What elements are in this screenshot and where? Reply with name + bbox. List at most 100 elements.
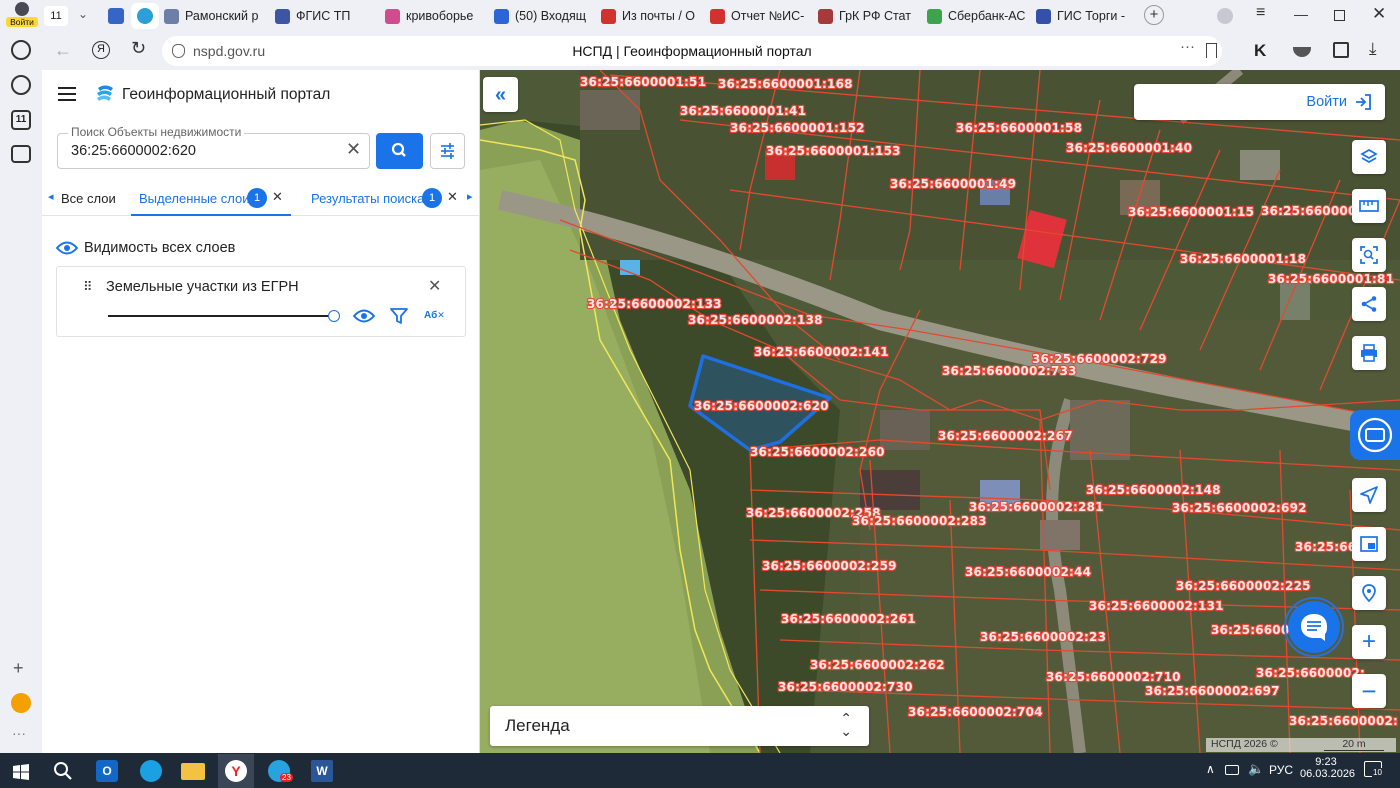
browser-tab[interactable]: Из почты / О bbox=[601, 4, 701, 28]
clock[interactable]: 9:23 06.03.2026 bbox=[1300, 756, 1355, 780]
reload-icon[interactable]: ↻ bbox=[131, 38, 146, 59]
tab-search-results[interactable]: Результаты поиска 1 ✕ bbox=[311, 180, 461, 216]
browser-tab[interactable]: ГрК РФ Стат bbox=[818, 4, 918, 28]
satellite-map[interactable]: 36:25:6600001:51 36:25:6600001:168 36:25:6… bbox=[480, 70, 1400, 753]
locate-button[interactable] bbox=[1352, 478, 1386, 512]
visibility-label: Видимость всех слоев bbox=[84, 240, 236, 256]
zoom-out-button[interactable]: − bbox=[1352, 674, 1386, 708]
legend-panel[interactable]: Легенда ⌃ ⌄ bbox=[490, 706, 869, 746]
volume-icon[interactable]: 🔈 bbox=[1248, 761, 1264, 777]
chat-button[interactable] bbox=[1288, 601, 1340, 653]
network-icon[interactable] bbox=[1225, 765, 1239, 775]
more-icon[interactable]: ··· bbox=[12, 725, 26, 741]
yandex-browser-taskbar[interactable]: Y bbox=[218, 754, 254, 788]
tab-count-badge[interactable]: 11 bbox=[44, 6, 68, 26]
opacity-thumb[interactable] bbox=[328, 310, 340, 322]
layers-icon bbox=[1360, 149, 1378, 163]
browser-tab[interactable]: ФГИС ТП bbox=[275, 4, 375, 28]
tabs-scroll-right-icon[interactable]: ▸ bbox=[467, 190, 473, 203]
browser-tab[interactable]: ГИС Торги - bbox=[1036, 4, 1136, 28]
extension-shield-icon[interactable] bbox=[1293, 47, 1311, 57]
file-explorer-icon[interactable] bbox=[181, 763, 205, 780]
location-pin-button[interactable] bbox=[1352, 576, 1386, 610]
layers-button[interactable] bbox=[1352, 140, 1386, 174]
minimize-icon[interactable]: — bbox=[1294, 6, 1308, 22]
windows-start-icon[interactable] bbox=[13, 764, 29, 780]
clear-search-icon[interactable]: ✕ bbox=[346, 139, 361, 160]
login-button[interactable]: Войти bbox=[1134, 84, 1385, 120]
notification-icon[interactable]: 10 bbox=[1364, 761, 1383, 777]
calendar-icon[interactable]: 11 bbox=[11, 110, 31, 130]
opacity-slider[interactable] bbox=[108, 310, 340, 322]
hamburger-menu-icon[interactable] bbox=[58, 87, 76, 101]
screenshot-icon[interactable] bbox=[11, 145, 31, 163]
url-field[interactable]: nspd.gov.ru НСПД | Геоинформационный пор… bbox=[162, 36, 1222, 66]
layer-filter-icon[interactable] bbox=[390, 307, 408, 325]
yandex-icon[interactable]: Я bbox=[92, 41, 110, 59]
mail-app-icon[interactable] bbox=[11, 693, 31, 713]
browser-tab[interactable]: Отчет №ИС- bbox=[710, 4, 810, 28]
label-toggle-icon[interactable]: Аб✕ bbox=[424, 310, 445, 321]
parcel-label: 36:25:6600002:262 bbox=[810, 658, 945, 672]
extension-k-icon[interactable]: K bbox=[1254, 41, 1266, 61]
tray-chevron-icon[interactable]: ∧ bbox=[1206, 762, 1215, 776]
minimap-button[interactable] bbox=[1352, 527, 1386, 561]
bookmark-icon[interactable] bbox=[1206, 43, 1217, 58]
telegram-icon[interactable]: 23 bbox=[268, 760, 293, 782]
tab-favicon-icon bbox=[818, 8, 833, 24]
print-button[interactable] bbox=[1352, 336, 1386, 370]
profile-button[interactable]: Войти bbox=[6, 2, 38, 32]
layer-name: Земельные участки из ЕГРН bbox=[106, 279, 299, 295]
browser-tab[interactable]: Сбербанк-АС bbox=[927, 4, 1027, 28]
download-icon[interactable]: ⤓ bbox=[1369, 39, 1377, 59]
tab-selected-layers[interactable]: Выделенные слои 1 ✕ bbox=[131, 180, 291, 216]
search-button[interactable] bbox=[376, 133, 423, 169]
close-window-icon[interactable]: ✕ bbox=[1372, 4, 1386, 24]
more-options-icon[interactable]: ··· bbox=[1180, 38, 1195, 55]
taskbar-search-icon[interactable] bbox=[53, 761, 73, 781]
restore-icon[interactable] bbox=[1334, 10, 1345, 21]
area-search-button[interactable] bbox=[1352, 238, 1386, 272]
parcel-label: 36:25:6600001:40 bbox=[1066, 141, 1192, 155]
history-icon[interactable] bbox=[11, 40, 31, 60]
tab-all-layers[interactable]: Все слои bbox=[61, 180, 141, 216]
tabs-scroll-left-icon[interactable]: ◂ bbox=[48, 190, 54, 203]
language-indicator[interactable]: РУС bbox=[1269, 763, 1293, 777]
zoom-in-button[interactable]: + bbox=[1352, 625, 1386, 659]
expand-icon[interactable]: ⌃ ⌄ bbox=[840, 711, 852, 738]
menu-icon[interactable]: ≡ bbox=[1256, 4, 1265, 22]
new-tab-icon[interactable]: + bbox=[1144, 5, 1164, 25]
share-button[interactable] bbox=[1352, 287, 1386, 321]
browser-tab[interactable]: Рамонский р bbox=[164, 4, 264, 28]
browser-tab[interactable]: (50) Входящ bbox=[494, 4, 594, 28]
add-panel-icon[interactable]: + bbox=[13, 658, 24, 679]
play-icon[interactable] bbox=[11, 75, 31, 95]
map-view[interactable]: 36:25:6600001:51 36:25:6600001:168 36:25:6… bbox=[480, 70, 1400, 753]
assistant-button[interactable] bbox=[1350, 410, 1400, 460]
address-bar: ← Я ↻ nspd.gov.ru НСПД | Геоинформационн… bbox=[42, 32, 1400, 70]
parcel-label: 36:25:6600001:15 bbox=[1128, 205, 1254, 219]
search-input[interactable]: Поиск Объекты недвижимости 36:25:6600002… bbox=[57, 125, 370, 169]
tabs-dropdown-icon[interactable]: ⌄ bbox=[78, 7, 88, 21]
word-icon[interactable]: W bbox=[311, 760, 333, 782]
measure-button[interactable] bbox=[1352, 189, 1386, 223]
eye-icon[interactable] bbox=[56, 240, 78, 256]
outlook-icon[interactable]: O bbox=[96, 760, 118, 782]
collapse-panel-button[interactable]: « bbox=[483, 77, 518, 112]
filter-settings-button[interactable] bbox=[430, 133, 465, 169]
drag-handle-icon[interactable]: ⠿ bbox=[83, 279, 92, 295]
account-icon[interactable] bbox=[1217, 8, 1233, 24]
layer-visibility-icon[interactable] bbox=[353, 308, 375, 324]
layer-card: ⠿ Земельные участки из ЕГРН ✕ Аб✕ bbox=[56, 266, 466, 337]
browser-tab[interactable]: кривоборье bbox=[385, 4, 485, 28]
extensions-icon[interactable] bbox=[1333, 42, 1349, 58]
back-icon[interactable]: ← bbox=[54, 40, 72, 61]
pinned-tab-icon[interactable] bbox=[108, 8, 124, 24]
close-tab-icon[interactable]: ✕ bbox=[272, 189, 283, 205]
edge-icon[interactable] bbox=[140, 760, 162, 782]
close-tab-icon[interactable]: ✕ bbox=[447, 189, 458, 205]
active-tab[interactable] bbox=[131, 3, 159, 29]
tab-favicon-icon bbox=[710, 8, 725, 24]
remove-layer-icon[interactable]: ✕ bbox=[428, 276, 441, 296]
parcel-label: 36:25:6600001:41 bbox=[680, 104, 806, 118]
